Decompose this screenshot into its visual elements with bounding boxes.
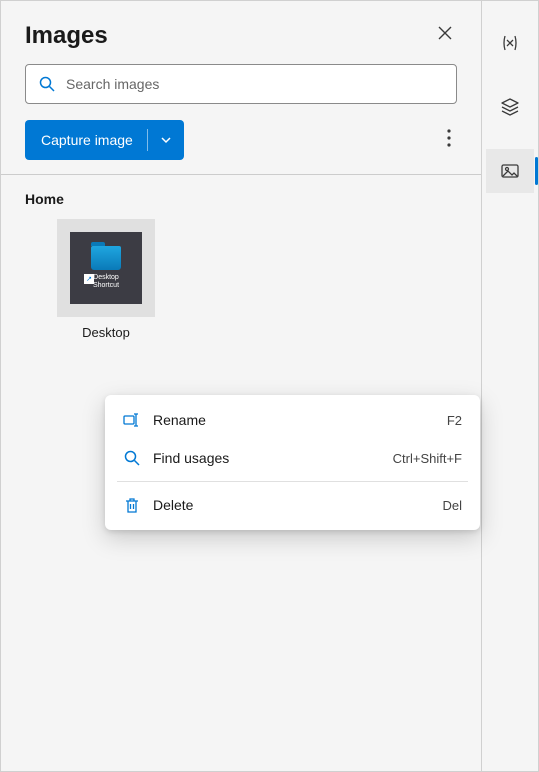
menu-label: Rename: [153, 412, 447, 428]
menu-label: Find usages: [153, 450, 393, 466]
search-icon: [123, 449, 141, 467]
capture-image-dropdown[interactable]: [148, 120, 184, 160]
right-rail: [482, 1, 538, 771]
close-button[interactable]: [433, 21, 457, 50]
capture-image-button[interactable]: Capture image: [25, 120, 184, 160]
menu-label: Delete: [153, 497, 442, 513]
context-menu: Rename F2 Find usages Ctrl+Shift+F Delet…: [105, 395, 480, 530]
capture-image-label[interactable]: Capture image: [25, 120, 147, 160]
thumbnail-inner-caption: Desktop Shortcut: [93, 274, 119, 289]
rail-images-button[interactable]: [486, 149, 534, 193]
search-input[interactable]: [66, 76, 444, 92]
close-icon: [437, 25, 453, 41]
rail-variables-button[interactable]: [486, 21, 534, 65]
menu-item-rename[interactable]: Rename F2: [105, 401, 480, 439]
menu-item-delete[interactable]: Delete Del: [105, 486, 480, 524]
rail-layers-button[interactable]: [486, 85, 534, 129]
rename-icon: [123, 411, 141, 429]
menu-shortcut: F2: [447, 413, 462, 428]
layers-icon: [500, 97, 520, 117]
variables-icon: [500, 33, 520, 53]
menu-item-find-usages[interactable]: Find usages Ctrl+Shift+F: [105, 439, 480, 477]
folder-icon: [91, 246, 121, 270]
images-panel: Images Capture image: [1, 1, 482, 771]
delete-icon: [123, 496, 141, 514]
image-thumbnail[interactable]: ↗ Desktop Shortcut Desktop: [57, 219, 155, 340]
chevron-down-icon: [160, 134, 172, 146]
menu-shortcut: Ctrl+Shift+F: [393, 451, 462, 466]
thumbnail-label: Desktop: [82, 325, 130, 340]
shortcut-arrow-icon: ↗: [84, 274, 94, 284]
section-title: Home: [25, 191, 457, 207]
more-options-button[interactable]: [441, 123, 457, 158]
search-icon: [38, 75, 56, 93]
more-vertical-icon: [447, 129, 451, 147]
search-box[interactable]: [25, 64, 457, 104]
panel-title: Images: [25, 22, 108, 50]
images-icon: [500, 161, 520, 181]
menu-shortcut: Del: [442, 498, 462, 513]
